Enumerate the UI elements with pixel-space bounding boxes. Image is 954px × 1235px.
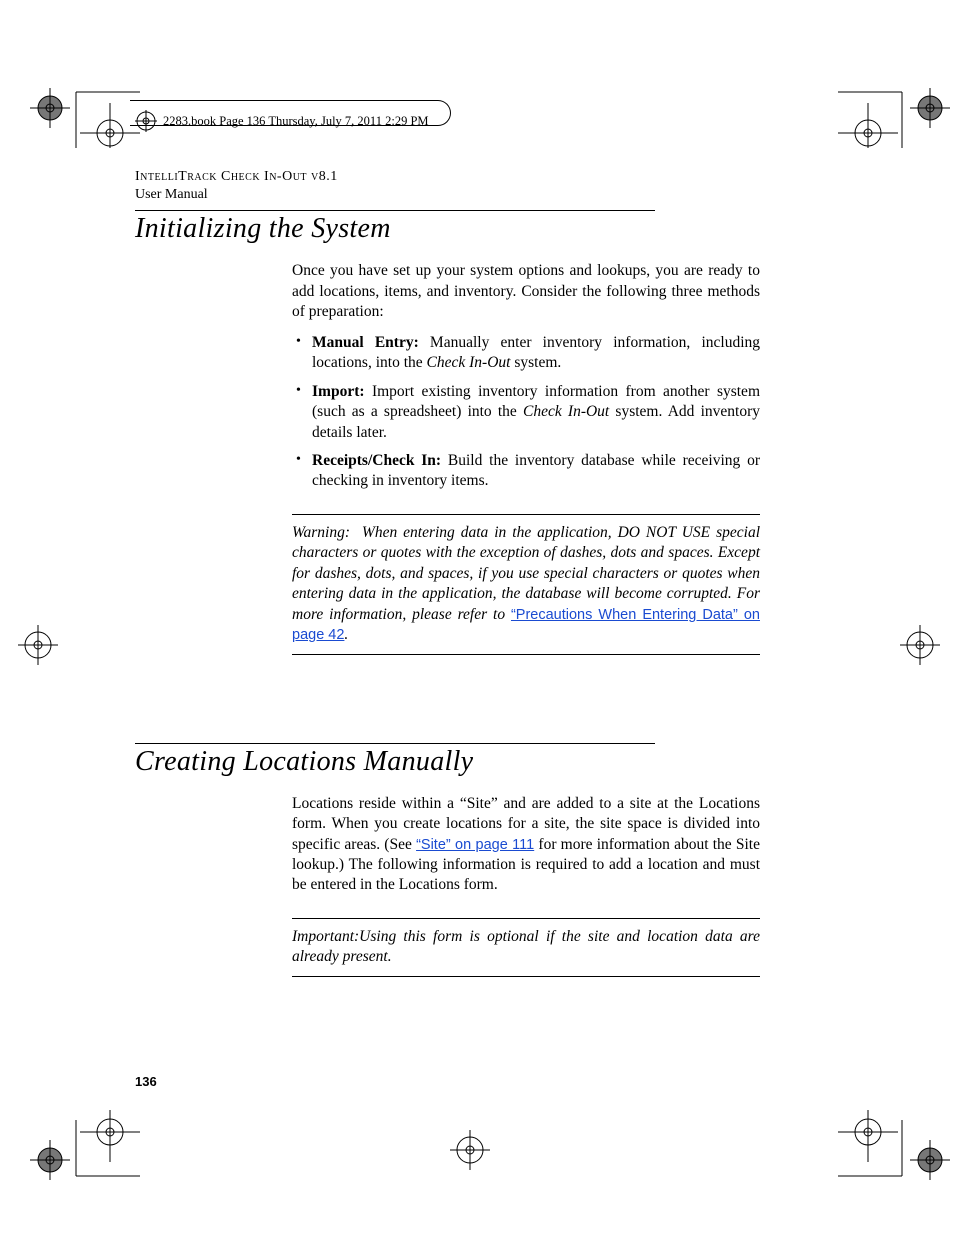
bullet-italic: Check In-Out [427,354,511,371]
crop-mark-bottom-center [450,1130,490,1175]
product-subtitle: User Manual [135,187,208,202]
warning-label: Warning: [292,524,350,541]
book-meta-border [130,100,451,126]
product-name: IntelliTrack Check In-Out v8.1 [135,169,338,184]
warning-after: . [344,626,348,643]
important-body: Using this form is optional if the site … [292,928,760,965]
section-title-initializing: Initializing the System [135,213,760,245]
important-label: Important: [292,928,359,945]
bullet-receipts: Receipts/Check In: Build the inventory d… [292,451,760,492]
bullet-import: Import: Import existing inventory inform… [292,382,760,443]
locations-paragraph: Locations reside within a “Site” and are… [292,794,760,896]
section-rule [135,743,655,744]
important-block: Important:Using this form is optional if… [292,918,760,977]
header-rule [135,210,655,211]
section-title-creating-locations: Creating Locations Manually [135,746,760,778]
intro-paragraph: Once you have set up your system options… [292,261,760,322]
crop-mark-top-left [20,88,140,153]
warning-block: Warning: When entering data in the appli… [292,514,760,655]
running-header: IntelliTrack Check In-Out v8.1 User Manu… [135,168,760,204]
crop-mark-mid-right [900,625,940,670]
bullet-text-after: system. [510,354,561,371]
crop-mark-mid-left [18,625,58,670]
page-number: 136 [135,1074,157,1089]
bullet-lead: Manual Entry: [312,334,419,351]
methods-list: Manual Entry: Manually enter inventory i… [292,333,760,492]
bullet-manual-entry: Manual Entry: Manually enter inventory i… [292,333,760,374]
link-site-page[interactable]: “Site” on page 111 [416,837,534,853]
bullet-italic: Check In-Out [523,403,609,420]
crop-mark-bottom-left [20,1110,140,1185]
bullet-lead: Import: [312,383,365,400]
crop-mark-top-right [838,88,954,153]
bullet-lead: Receipts/Check In: [312,452,441,469]
crop-mark-bottom-right [838,1110,954,1185]
